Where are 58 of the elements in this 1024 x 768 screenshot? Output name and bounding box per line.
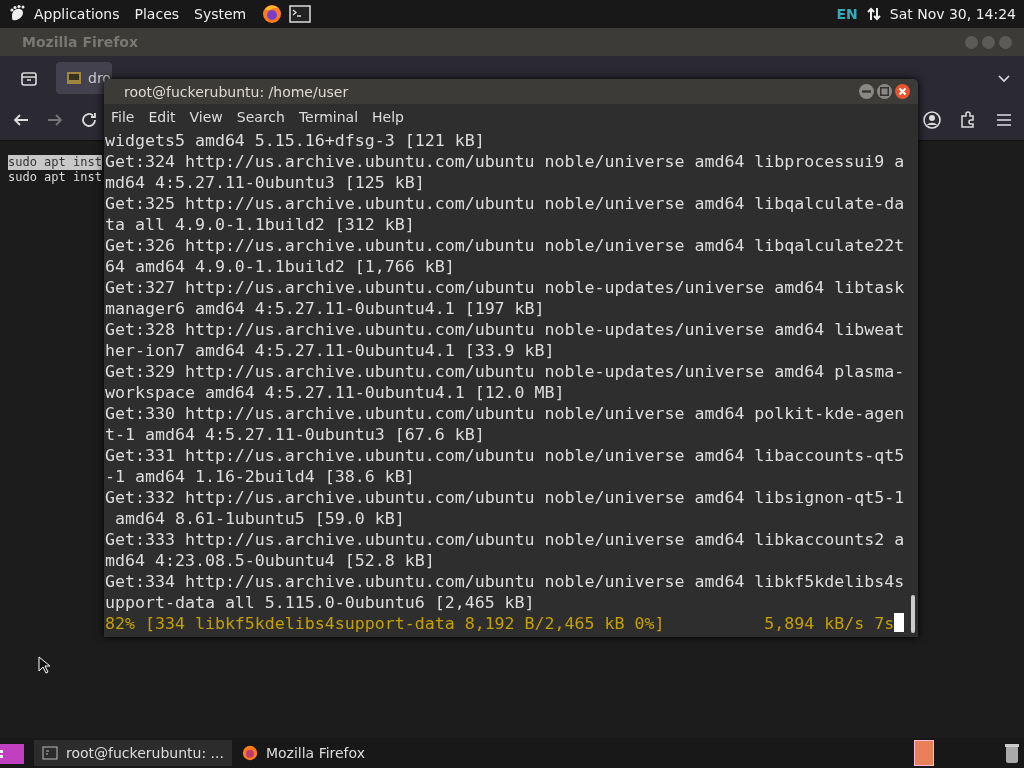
output-line: Get:326 http://us.archive.ubuntu.com/ubuntu noble/universe amd64 libqalculate22t [105,235,905,256]
output-line: Get:334 http://us.archive.ubuntu.com/ubuntu noble/universe amd64 libkf5kdelibs4s [105,571,905,592]
network-arrows-icon[interactable] [865,6,882,22]
maximize-button[interactable] [877,84,892,99]
account-icon[interactable] [922,110,942,130]
output-line: widgets5 amd64 5.15.16+dfsg-3 [121 kB] [105,130,485,151]
output-line: 64 amd64 4.9.0-1.1build2 [1,766 kB] [105,256,455,277]
output-line: her-ion7 amd64 4:5.27.11-0ubuntu4.1 [33.9 kB] [105,340,555,361]
output-line: Get:324 http://us.archive.ubuntu.com/ubuntu noble/universe amd64 libprocessui9 a [105,151,905,172]
mouse-pointer-icon [38,656,50,674]
output-line: t-1 amd64 4:5.27.11-0ubuntu3 [67.6 kB] [105,424,485,445]
output-line: Get:331 http://us.archive.ubuntu.com/ubuntu noble/universe amd64 libaccounts-qt5 [105,445,905,466]
output-line: Get:328 http://us.archive.ubuntu.com/ubuntu noble-updates/universe amd64 libweat [105,319,905,340]
panel-menu[interactable]: Applications [34,6,120,22]
output-line: manager6 amd64 4:5.27.11-0ubuntu4.1 [197 kB] [105,298,545,319]
clock[interactable]: Sat Nov 30, 14:24 [889,6,1016,22]
output-line: Get:325 http://us.archive.ubuntu.com/ubuntu noble/universe amd64 libqalculate-da [105,193,905,214]
close-button[interactable] [895,84,910,99]
terminal-launcher-icon[interactable] [289,4,312,24]
output-line: Get:330 http://us.archive.ubuntu.com/ubuntu noble/universe amd64 polkit-kde-agen [105,403,905,424]
minimize-button[interactable] [859,84,874,99]
output-line: -1 amd64 1.16-2build4 [38.6 kB] [105,466,415,487]
menu-item[interactable]: Terminal [298,109,359,125]
workspace-switcher[interactable] [914,740,934,766]
progress-line: 82% [334 libkf5kdelibs4support-data 8,192 B/2,465 kB 0%] 5,894 kB/s 7s [105,613,895,634]
output-line: Get:329 http://us.archive.ubuntu.com/ubuntu noble-updates/universe amd64 plasma- [105,361,905,382]
menu-item[interactable]: Help [372,109,404,125]
reload-icon[interactable] [79,110,99,130]
menu-item[interactable]: View [189,109,223,125]
window-title: root@fuckerubuntu: /home/user [124,83,349,100]
panel-menu[interactable]: System [194,6,247,22]
window-title: Mozilla Firefox [22,34,138,50]
output-line: md64 4:5.27.11-0ubuntu3 [125 kB] [105,172,425,193]
browser-launcher-icon[interactable] [261,4,284,24]
menu-item[interactable]: File [111,109,135,125]
taskbar-button[interactable]: root@fuckerubuntu: ... [34,740,232,766]
keyboard-layout-indicator[interactable]: EN [836,6,858,22]
page-text-line: sudo apt inst [8,170,102,185]
terminal-icon [42,745,58,761]
output-line: ta all 4.9.0-1.1build2 [312 kB] [105,214,415,235]
output-line: amd64 8.61-1ubuntu5 [59.0 kB] [114,508,405,529]
output-line: Get:327 http://us.archive.ubuntu.com/ubuntu noble-updates/universe amd64 libtask [105,277,905,298]
output-line: upport-data all 5.115.0-0ubuntu6 [2,465 kB] [105,592,535,613]
browser-icon [241,745,258,761]
output-line: Get:332 http://us.archive.ubuntu.com/ubuntu noble/universe amd64 libsignon-qt5-1 [105,487,905,508]
output-line: workspace amd64 4:5.27.11-0ubuntu4.1 [12.0 MB] [105,382,565,403]
trash-can-icon[interactable] [1004,742,1020,764]
panel-menu[interactable]: Places [134,6,180,22]
output-line: md64 4:23.08.5-0ubuntu4 [52.8 kB] [105,550,435,571]
tab-favicon [66,70,82,86]
output-line: Get:333 http://us.archive.ubuntu.com/ubuntu noble/universe amd64 libkaccounts2 a [105,529,905,550]
maximize-icon [877,84,892,99]
taskbar-button[interactable]: Mozilla Firefox [233,740,373,766]
menu-item[interactable]: Edit [148,109,176,125]
text-cursor [894,613,905,632]
scrollbar-thumb[interactable] [911,595,915,633]
menu-item[interactable]: Search [236,109,285,125]
show-desktop-icon[interactable] [0,742,24,764]
